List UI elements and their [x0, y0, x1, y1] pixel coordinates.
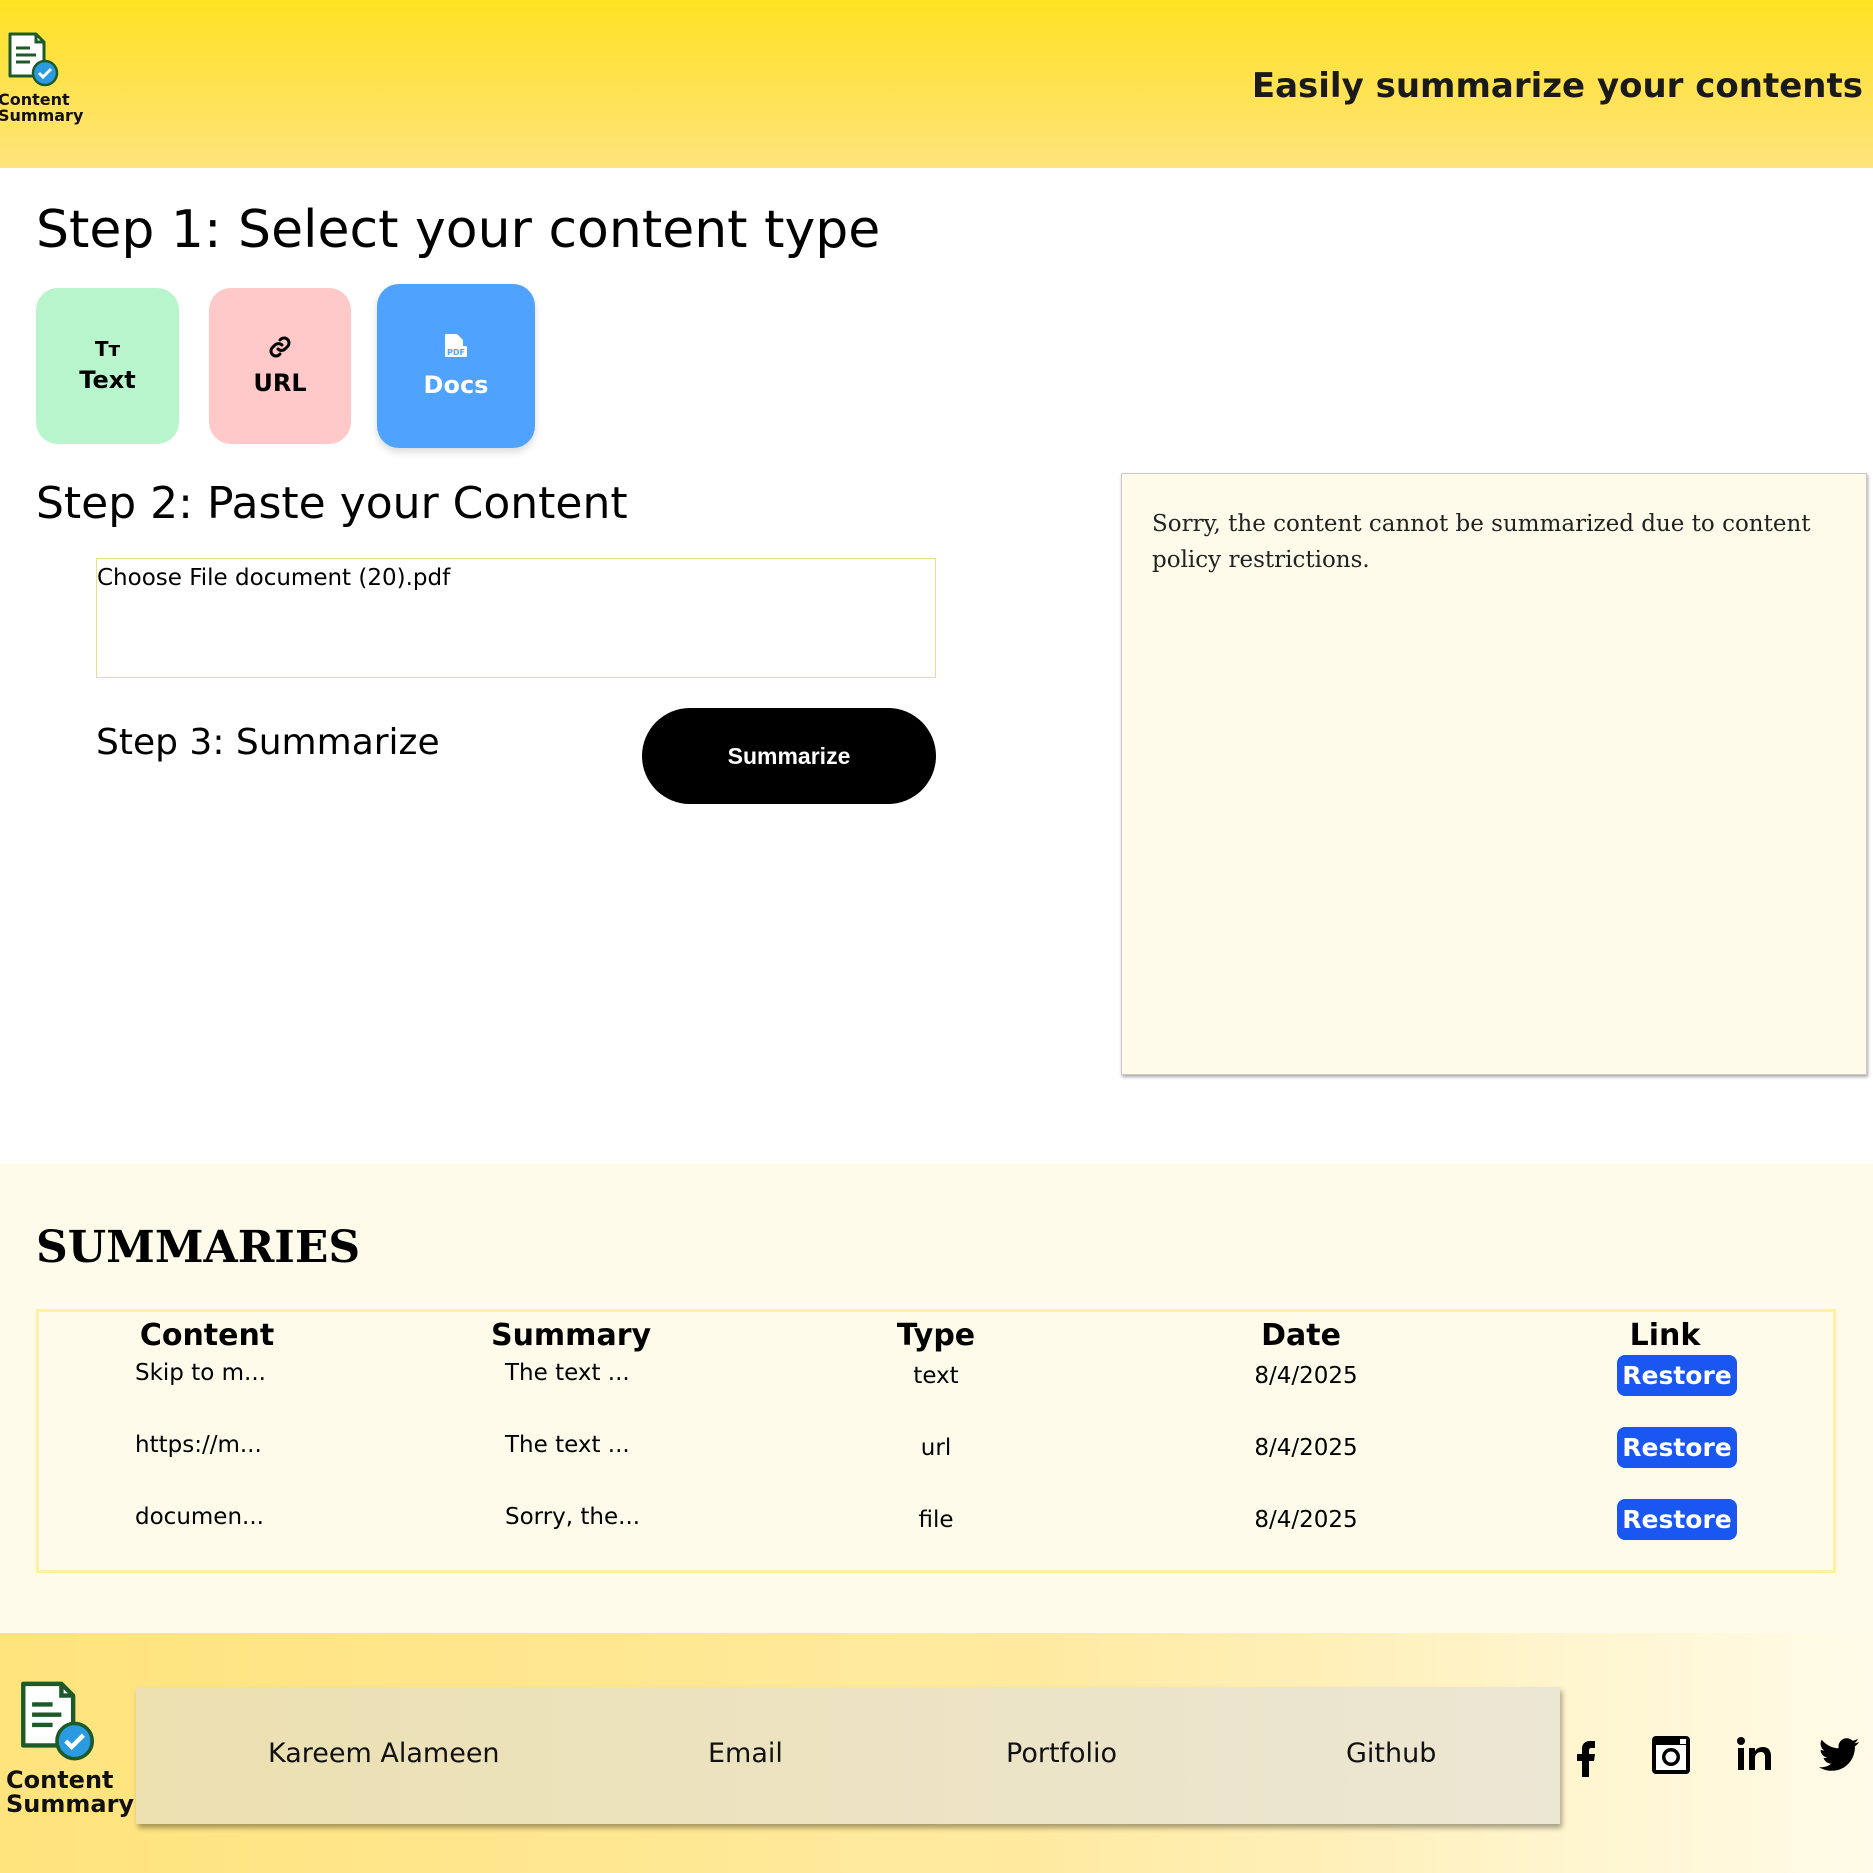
- footer-logo-line2: Summary: [6, 1790, 135, 1818]
- link-icon: [268, 335, 292, 363]
- footer-link-github[interactable]: Github: [1346, 1738, 1436, 1769]
- row2-summary: The text ...: [505, 1432, 630, 1458]
- row3-date: 8/4/2025: [1254, 1507, 1358, 1533]
- footer-link-email[interactable]: Email: [708, 1738, 783, 1769]
- svg-text:PDF: PDF: [447, 348, 465, 357]
- logo[interactable]: Content Summary: [0, 30, 84, 125]
- footer-link-name[interactable]: Kareem Alameen: [268, 1738, 500, 1769]
- summaries-title: SUMMARIES: [36, 1222, 361, 1273]
- row1-date: 8/4/2025: [1254, 1363, 1358, 1389]
- column-header-date: Date: [1261, 1318, 1341, 1353]
- column-header-content: Content: [139, 1318, 275, 1353]
- footer-logo-line1: Content: [6, 1766, 114, 1794]
- facebook-icon[interactable]: [1564, 1733, 1608, 1777]
- tagline: Easily summarize your contents: [1251, 66, 1863, 106]
- instagram-icon[interactable]: [1649, 1733, 1693, 1777]
- column-header-summary: Summary: [490, 1318, 652, 1353]
- type-label: Text: [79, 366, 136, 394]
- row3-type: file: [918, 1507, 954, 1533]
- row1-summary: The text ...: [505, 1360, 630, 1386]
- type-button-text[interactable]: Tт Text: [36, 288, 179, 444]
- document-check-icon: [21, 1681, 95, 1761]
- row2-type: url: [920, 1435, 952, 1461]
- logo-line2: Summary: [0, 106, 84, 125]
- step1-title: Step 1: Select your content type: [36, 200, 881, 260]
- choose-file-button[interactable]: Choose File: [97, 565, 228, 591]
- twitter-icon[interactable]: [1817, 1733, 1861, 1777]
- footer-logo-text: Content Summary: [6, 1766, 135, 1818]
- restore-button[interactable]: Restore: [1617, 1499, 1737, 1540]
- type-label: URL: [253, 369, 307, 397]
- summarize-button[interactable]: Summarize: [642, 708, 936, 804]
- file-input[interactable]: Choose File document (20).pdf: [96, 558, 936, 678]
- row2-content: https://m...: [135, 1432, 262, 1458]
- restore-button[interactable]: Restore: [1617, 1355, 1737, 1396]
- header: Content Summary Easily summarize your co…: [0, 0, 1873, 168]
- type-button-docs[interactable]: PDF Docs: [377, 284, 535, 448]
- logo-text: Content Summary: [0, 92, 84, 125]
- linkedin-icon[interactable]: [1733, 1733, 1777, 1777]
- row3-summary: Sorry, the...: [505, 1504, 641, 1530]
- row3-content: documen...: [135, 1504, 264, 1530]
- column-header-type: Type: [896, 1318, 976, 1353]
- row2-date: 8/4/2025: [1254, 1435, 1358, 1461]
- text-size-icon: Tт: [94, 337, 121, 361]
- column-header-link: Link: [1629, 1318, 1701, 1353]
- pdf-file-icon: PDF: [443, 333, 469, 365]
- step2-title: Step 2: Paste your Content: [36, 478, 628, 529]
- document-check-icon: [8, 32, 59, 87]
- type-label: Docs: [423, 371, 489, 399]
- restore-button[interactable]: Restore: [1617, 1427, 1737, 1468]
- type-button-url[interactable]: URL: [209, 288, 351, 444]
- footer-logo[interactable]: Content Summary: [0, 1678, 135, 1818]
- file-name: document (20).pdf: [235, 565, 451, 591]
- row1-content: Skip to m...: [135, 1360, 266, 1386]
- summary-output: Sorry, the content cannot be summarized …: [1121, 473, 1867, 1075]
- step3-title: Step 3: Summarize: [96, 722, 440, 763]
- row1-type: text: [913, 1363, 959, 1389]
- summary-text: Sorry, the content cannot be summarized …: [1152, 511, 1811, 573]
- footer-link-portfolio[interactable]: Portfolio: [1006, 1738, 1117, 1769]
